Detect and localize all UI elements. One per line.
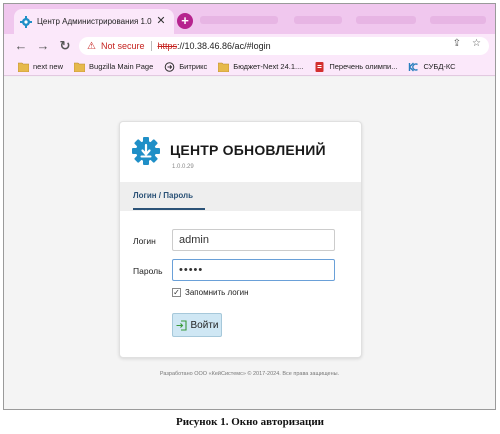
username-input[interactable] xyxy=(172,229,335,251)
address-bar[interactable]: ⚠ Not secure https ://10.38.46.86/ac/#lo… xyxy=(79,37,489,55)
login-card: ЦЕНТР ОБНОВЛЕНИЙ 1.0.0.29 Логин / Пароль… xyxy=(119,121,362,358)
address-separator xyxy=(150,41,152,51)
ks-logo-icon xyxy=(409,62,419,71)
bookmark-label: СУБД-КС xyxy=(423,62,456,71)
folder-icon xyxy=(74,62,86,72)
bookmark-label: Битрикс xyxy=(179,62,208,71)
screenshot-frame: Центр Администрирования 1.0 ✕ + ← → ↻ ⚠ … xyxy=(3,3,496,410)
sign-in-icon xyxy=(176,319,187,331)
red-document-icon xyxy=(315,61,324,72)
reload-button[interactable]: ↻ xyxy=(56,37,74,55)
back-button[interactable]: ← xyxy=(12,37,30,55)
bookmark-item[interactable]: next new xyxy=(18,62,63,72)
url-protocol: https xyxy=(157,41,178,51)
login-submit-label: Войти xyxy=(190,319,219,331)
share-icon[interactable]: ⇪ xyxy=(453,38,461,49)
tab-close-icon[interactable]: ✕ xyxy=(154,14,168,28)
url-text: ://10.38.46.86/ac/#login xyxy=(177,41,271,51)
page-content: ЦЕНТР ОБНОВЛЕНИЙ 1.0.0.29 Логин / Пароль… xyxy=(4,77,495,409)
arrow-circle-icon xyxy=(164,61,175,72)
browser-toolbar: ← → ↻ ⚠ Not secure https ://10.38.46.86/… xyxy=(4,34,495,58)
login-submit-button[interactable]: Войти xyxy=(172,313,222,337)
background-tab[interactable] xyxy=(200,16,278,24)
tab-strip: Центр Администрирования 1.0 ✕ + xyxy=(4,4,495,34)
new-tab-button[interactable]: + xyxy=(177,13,193,29)
username-label: Логин xyxy=(133,236,156,246)
browser-tab-active[interactable]: Центр Администрирования 1.0 ✕ xyxy=(14,9,174,34)
background-tab[interactable] xyxy=(294,16,342,24)
figure-caption: Рисунок 1. Окно авторизации xyxy=(175,416,325,428)
page-footer: Разработано ООО «КейСистемс» © 2017-2024… xyxy=(159,371,340,377)
bookmark-label: Бюджет-Next 24.1.... xyxy=(233,62,304,71)
bookmark-star-icon[interactable]: ☆ xyxy=(472,38,481,49)
bookmark-item[interactable]: Битрикс xyxy=(164,61,208,72)
background-tab[interactable] xyxy=(356,16,416,24)
folder-icon xyxy=(18,62,29,72)
security-label[interactable]: Not secure xyxy=(101,41,145,51)
remember-login-label[interactable]: Запомнить логин xyxy=(185,288,249,297)
app-brand-title: ЦЕНТР ОБНОВЛЕНИЙ xyxy=(170,142,326,158)
app-version: 1.0.0.29 xyxy=(172,164,194,170)
remember-login-option[interactable]: ✓ Запомнить логин xyxy=(172,288,249,297)
bookmarks-bar: next new Bugzilla Main Page Битрикс Бюдж… xyxy=(4,58,495,76)
tab-login-password[interactable]: Логин / Пароль xyxy=(133,191,193,200)
bookmark-label: Bugzilla Main Page xyxy=(89,62,154,71)
background-tab[interactable] xyxy=(430,16,486,24)
warning-icon[interactable]: ⚠ xyxy=(87,41,96,52)
bookmark-item[interactable]: СУБД-КС xyxy=(408,62,456,72)
bookmark-label: Перечень олимпи... xyxy=(329,62,398,71)
remember-login-checkbox[interactable]: ✓ xyxy=(172,288,181,297)
active-tab-indicator xyxy=(133,208,205,210)
bookmark-item[interactable]: Bugzilla Main Page xyxy=(74,62,153,72)
password-input[interactable] xyxy=(172,259,335,281)
bookmark-item[interactable]: Перечень олимпи... xyxy=(314,61,398,72)
folder-icon xyxy=(218,62,230,72)
tab-title: Центр Администрирования 1.0 xyxy=(37,17,152,26)
gear-favicon-icon xyxy=(20,15,32,28)
update-center-logo-icon xyxy=(132,137,160,165)
password-label: Пароль xyxy=(133,266,163,276)
bookmark-item[interactable]: Бюджет-Next 24.1.... xyxy=(218,62,303,72)
auth-tabs-bar: Логин / Пароль xyxy=(120,182,361,211)
forward-button[interactable]: → xyxy=(34,37,52,55)
bookmark-label: next new xyxy=(33,62,64,71)
